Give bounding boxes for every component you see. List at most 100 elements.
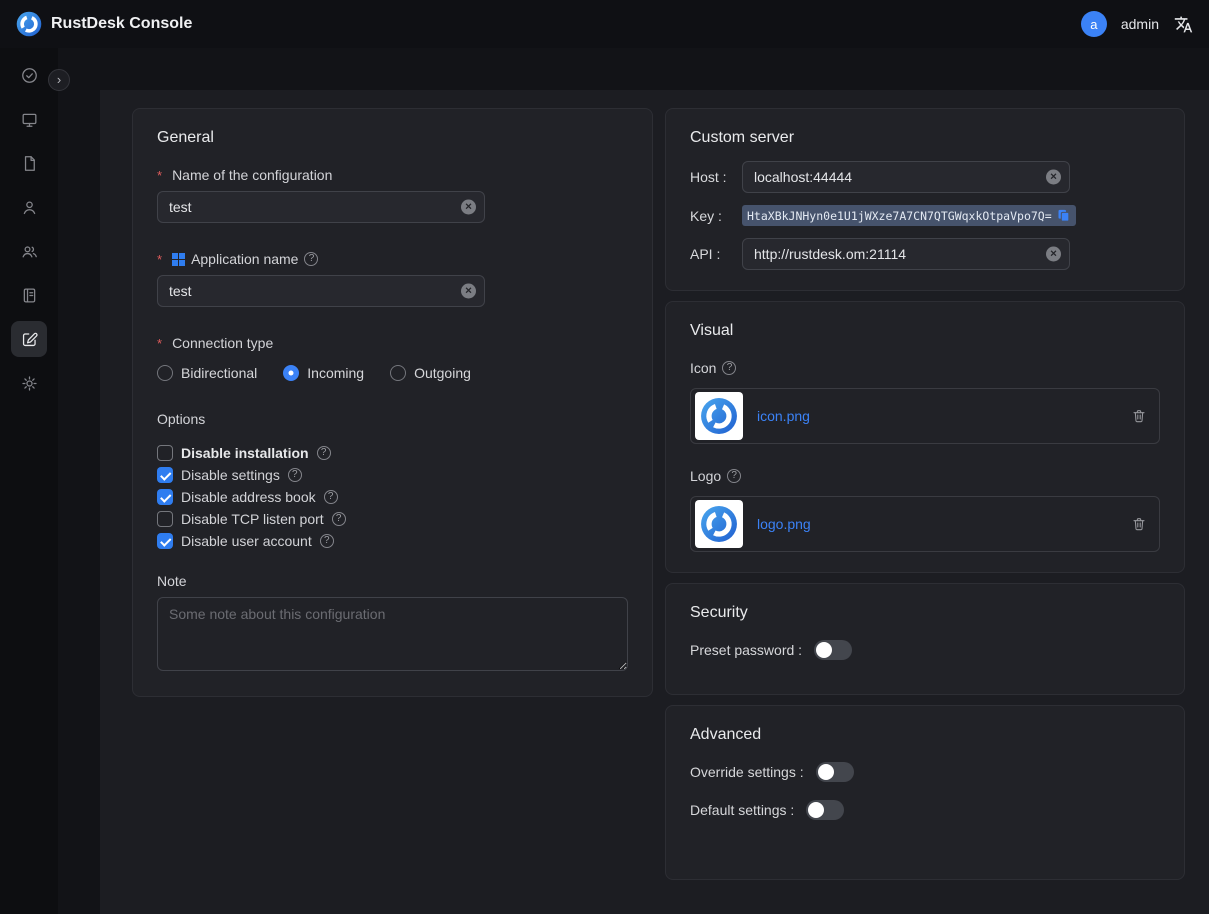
toggle-knob — [816, 642, 832, 658]
radio-bidirectional[interactable]: Bidirectional — [157, 365, 257, 381]
api-input[interactable] — [742, 238, 1070, 270]
override-settings-label: Override settings : — [690, 764, 804, 780]
help-icon[interactable] — [324, 490, 338, 504]
logbook-icon — [20, 286, 39, 305]
custom-server-title: Custom server — [690, 129, 1160, 147]
note-label: Note — [157, 573, 628, 589]
security-card: Security Preset password : — [665, 583, 1185, 695]
help-icon[interactable] — [332, 512, 346, 526]
user-name[interactable]: admin — [1121, 16, 1159, 32]
checkbox[interactable] — [157, 445, 173, 461]
check-disable-address-book[interactable]: Disable address book — [157, 489, 628, 505]
sidebar-expand-button[interactable] — [48, 69, 70, 91]
language-switch-icon[interactable] — [1173, 14, 1193, 34]
checkbox[interactable] — [157, 489, 173, 505]
app-name-field — [157, 275, 485, 307]
icon-label: Icon — [690, 360, 1160, 376]
help-icon[interactable] — [320, 534, 334, 548]
app-name-help-icon[interactable] — [304, 252, 318, 266]
help-icon[interactable] — [288, 468, 302, 482]
checkbox[interactable] — [157, 467, 173, 483]
circle-check-icon — [20, 66, 39, 85]
copy-key-icon[interactable] — [1056, 208, 1071, 223]
general-title: General — [157, 129, 628, 147]
app-name-input[interactable] — [157, 275, 485, 307]
user-avatar[interactable]: a — [1081, 11, 1107, 37]
visual-card: Visual Icon icon.png — [665, 301, 1185, 573]
toggle-knob — [818, 764, 834, 780]
app-name-label: Application name — [157, 251, 628, 267]
monitor-icon — [20, 110, 39, 129]
sidebar-item-custom-clients[interactable] — [11, 321, 47, 357]
sidebar-item-devices[interactable] — [11, 101, 47, 137]
icon-help-icon[interactable] — [722, 361, 736, 375]
logo-help-icon[interactable] — [727, 469, 741, 483]
sidebar — [0, 48, 58, 914]
clear-api-icon[interactable] — [1046, 247, 1061, 262]
app-header: RustDesk Console a admin — [0, 0, 1209, 48]
sidebar-item-logs[interactable] — [11, 277, 47, 313]
sidebar-item-documents[interactable] — [11, 145, 47, 181]
delete-logo-file-icon[interactable] — [1131, 516, 1147, 532]
logo-label: Logo — [690, 468, 1160, 484]
radio-incoming[interactable]: Incoming — [283, 365, 364, 381]
icon-file-link[interactable]: icon.png — [757, 408, 810, 424]
rustdesk-logo-icon — [16, 11, 42, 37]
host-row: Host : — [690, 161, 1160, 193]
sidebar-item-settings[interactable] — [11, 365, 47, 401]
logo-thumbnail — [695, 500, 743, 548]
general-card: General Name of the configuration Applic… — [132, 108, 653, 697]
key-label: Key : — [690, 208, 742, 224]
preset-password-toggle[interactable] — [814, 640, 852, 660]
help-icon[interactable] — [317, 446, 331, 460]
security-title: Security — [690, 604, 1160, 622]
config-name-label: Name of the configuration — [157, 167, 628, 183]
clear-host-icon[interactable] — [1046, 170, 1061, 185]
icon-thumbnail — [695, 392, 743, 440]
default-settings-toggle[interactable] — [806, 800, 844, 820]
check-disable-settings[interactable]: Disable settings — [157, 467, 628, 483]
custom-server-card: Custom server Host : Key : HtaXBkJNHyn0e… — [665, 108, 1185, 291]
radio-circle[interactable] — [390, 365, 406, 381]
connection-type-group: Bidirectional Incoming Outgoing — [157, 365, 628, 381]
host-label: Host : — [690, 169, 742, 185]
connection-type-label: Connection type — [157, 335, 628, 351]
clear-app-name-icon[interactable] — [461, 284, 476, 299]
radio-circle[interactable] — [283, 365, 299, 381]
check-disable-installation[interactable]: Disable installation — [157, 445, 628, 461]
windows-icon — [172, 253, 185, 266]
sidebar-item-users[interactable] — [11, 189, 47, 225]
icon-file-box: icon.png — [690, 388, 1160, 444]
advanced-card: Advanced Override settings : Default set… — [665, 705, 1185, 880]
check-disable-tcp-listen-port[interactable]: Disable TCP listen port — [157, 511, 628, 527]
override-settings-row: Override settings : — [690, 762, 1160, 782]
sidebar-item-groups[interactable] — [11, 233, 47, 269]
visual-title: Visual — [690, 322, 1160, 340]
override-settings-toggle[interactable] — [816, 762, 854, 782]
host-input[interactable] — [742, 161, 1070, 193]
note-textarea[interactable] — [157, 597, 628, 671]
delete-icon-file-icon[interactable] — [1131, 408, 1147, 424]
checkbox[interactable] — [157, 533, 173, 549]
clear-name-icon[interactable] — [461, 200, 476, 215]
config-name-input[interactable] — [157, 191, 485, 223]
host-field — [742, 161, 1070, 193]
radio-circle[interactable] — [157, 365, 173, 381]
brand: RustDesk Console — [16, 11, 192, 37]
default-settings-label: Default settings : — [690, 802, 794, 818]
preset-password-row: Preset password : — [690, 640, 1160, 660]
key-value: HtaXBkJNHyn0e1U1jWXze7A7CN7QTGWqxkOtpaVp… — [747, 209, 1052, 223]
default-settings-row: Default settings : — [690, 800, 1160, 820]
checkbox[interactable] — [157, 511, 173, 527]
user-icon — [20, 198, 39, 217]
users-group-icon — [20, 242, 39, 261]
advanced-title: Advanced — [690, 726, 1160, 744]
check-disable-user-account[interactable]: Disable user account — [157, 533, 628, 549]
config-name-field — [157, 191, 485, 223]
sidebar-item-overview[interactable] — [11, 57, 47, 93]
gear-icon — [20, 374, 39, 393]
edit-pencil-icon — [20, 330, 39, 349]
logo-file-link[interactable]: logo.png — [757, 516, 811, 532]
api-field — [742, 238, 1070, 270]
radio-outgoing[interactable]: Outgoing — [390, 365, 471, 381]
